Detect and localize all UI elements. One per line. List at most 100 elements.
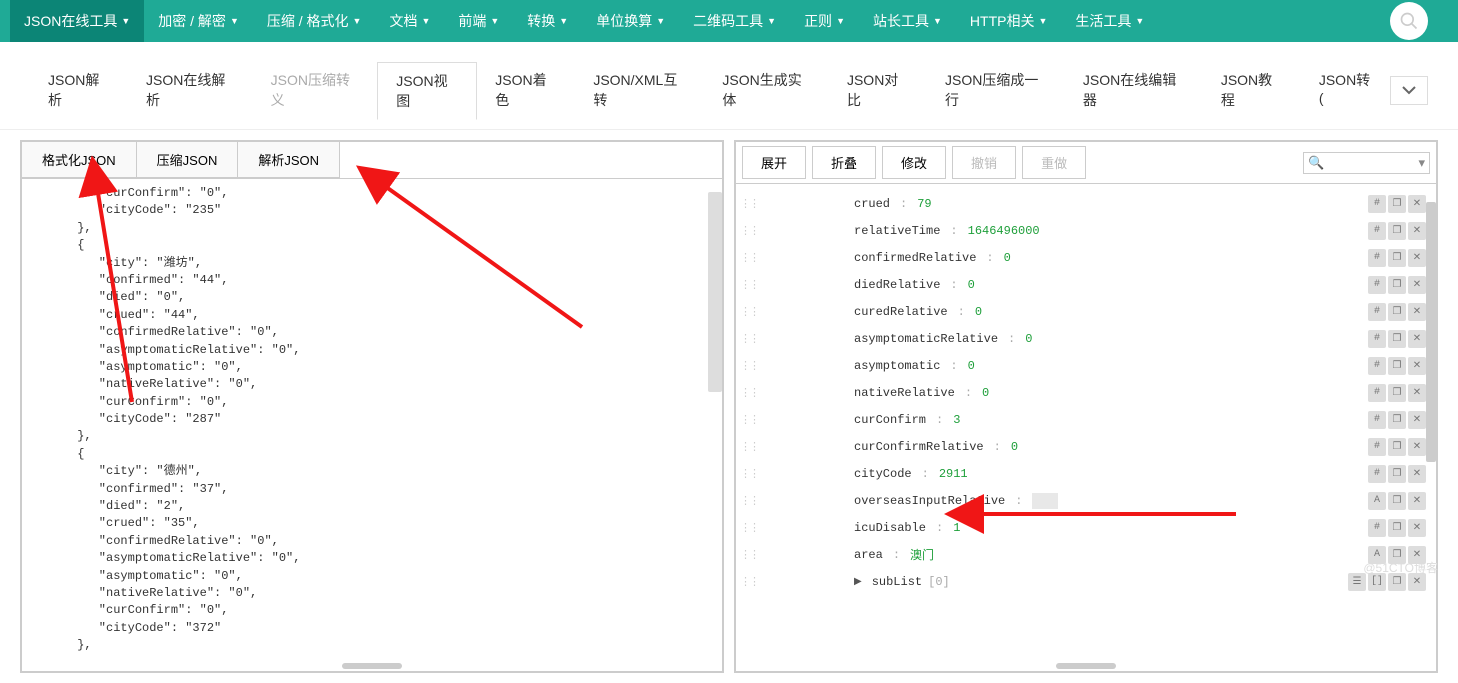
sub-tab[interactable]: JSON压缩成一行 <box>927 62 1065 119</box>
drag-handle-icon[interactable]: ⋮⋮ <box>740 197 754 211</box>
nav-item[interactable]: 生活工具▼ <box>1061 0 1158 42</box>
type-action[interactable]: # <box>1368 519 1386 537</box>
drag-handle-icon[interactable]: ⋮⋮ <box>740 224 754 238</box>
sub-tab[interactable]: JSON着色 <box>477 62 575 119</box>
delete-action[interactable]: ✕ <box>1408 195 1426 213</box>
sub-tab[interactable]: JSON在线解析 <box>128 62 253 119</box>
nav-item[interactable]: JSON在线工具▼ <box>10 0 144 42</box>
copy-action[interactable]: ❐ <box>1388 303 1406 321</box>
drag-handle-icon[interactable]: ⋮⋮ <box>740 278 754 292</box>
drag-handle-icon[interactable]: ⋮⋮ <box>740 467 754 481</box>
delete-action[interactable]: ✕ <box>1408 222 1426 240</box>
copy-action[interactable]: ❐ <box>1388 330 1406 348</box>
delete-action[interactable]: ✕ <box>1408 492 1426 510</box>
delete-action[interactable]: ✕ <box>1408 330 1426 348</box>
tree-row[interactable]: ⋮⋮ curedRelative : 0 #❐✕ <box>740 298 1432 325</box>
copy-action[interactable]: ❐ <box>1388 249 1406 267</box>
tree-row[interactable]: ⋮⋮ icuDisable : 1 #❐✕ <box>740 514 1432 541</box>
type-action[interactable]: # <box>1368 195 1386 213</box>
delete-action[interactable]: ✕ <box>1408 357 1426 375</box>
sub-tab[interactable]: JSON视图 <box>377 62 477 120</box>
expand-icon[interactable]: ▶ <box>854 576 862 588</box>
sub-tab[interactable]: JSON对比 <box>829 62 927 119</box>
modify-button[interactable]: 修改 <box>882 146 946 179</box>
nav-item[interactable]: 二维码工具▼ <box>679 0 790 42</box>
delete-action[interactable]: ✕ <box>1408 438 1426 456</box>
copy-action[interactable]: ❐ <box>1388 222 1406 240</box>
drag-handle-icon[interactable]: ⋮⋮ <box>740 521 754 535</box>
redo-button[interactable]: 重做 <box>1022 146 1086 179</box>
drag-handle-icon[interactable]: ⋮⋮ <box>740 413 754 427</box>
nav-item[interactable]: 压缩 / 格式化▼ <box>253 0 376 42</box>
copy-action[interactable]: ❐ <box>1388 411 1406 429</box>
delete-action[interactable]: ✕ <box>1408 303 1426 321</box>
copy-action[interactable]: ❐ <box>1388 384 1406 402</box>
drag-handle-icon[interactable]: ⋮⋮ <box>740 386 754 400</box>
tree-row[interactable]: ⋮⋮ diedRelative : 0 #❐✕ <box>740 271 1432 298</box>
nav-item[interactable]: 前端▼ <box>444 0 513 42</box>
expand-button[interactable]: 展开 <box>742 146 806 179</box>
drag-handle-icon[interactable]: ⋮⋮ <box>740 359 754 373</box>
sub-tab[interactable]: JSON教程 <box>1203 62 1301 119</box>
tree-row[interactable]: ⋮⋮ asymptomatic : 0 #❐✕ <box>740 352 1432 379</box>
nav-item[interactable]: 单位换算▼ <box>582 0 679 42</box>
parse-json-button[interactable]: 解析JSON <box>238 142 340 178</box>
tree-search[interactable]: 🔍 ▾ <box>1303 152 1430 174</box>
format-json-button[interactable]: 格式化JSON <box>22 142 137 178</box>
copy-action[interactable]: ❐ <box>1388 519 1406 537</box>
type-action[interactable]: # <box>1368 249 1386 267</box>
tree-row[interactable]: ⋮⋮ curConfirmRelative : 0 #❐✕ <box>740 433 1432 460</box>
delete-action[interactable]: ✕ <box>1408 465 1426 483</box>
type-action[interactable]: # <box>1368 357 1386 375</box>
type-action[interactable]: # <box>1368 276 1386 294</box>
right-scrollbar[interactable] <box>1426 202 1436 462</box>
type-action[interactable]: A <box>1368 492 1386 510</box>
undo-button[interactable]: 撤销 <box>952 146 1016 179</box>
tree-row[interactable]: ⋮⋮ curConfirm : 3 #❐✕ <box>740 406 1432 433</box>
nav-item[interactable]: 加密 / 解密▼ <box>144 0 253 42</box>
delete-action[interactable]: ✕ <box>1408 276 1426 294</box>
compress-json-button[interactable]: 压缩JSON <box>137 142 239 178</box>
json-code-editor[interactable]: "curConfirm": "0", "cityCode": "235" }, … <box>22 179 722 661</box>
nav-item[interactable]: 转换▼ <box>513 0 582 42</box>
json-tree-view[interactable]: ⋮⋮ crued : 79 #❐✕ ⋮⋮ relativeTime : 1646… <box>736 184 1436 661</box>
delete-action[interactable]: ✕ <box>1408 411 1426 429</box>
type-action[interactable]: # <box>1368 411 1386 429</box>
sub-tab[interactable]: JSON在线编辑器 <box>1065 62 1203 119</box>
type-action[interactable]: # <box>1368 222 1386 240</box>
left-h-scroll[interactable] <box>22 661 722 671</box>
left-scrollbar[interactable] <box>708 192 722 392</box>
delete-action[interactable]: ✕ <box>1408 384 1426 402</box>
nav-item[interactable]: 文档▼ <box>375 0 444 42</box>
sub-tab[interactable]: JSON转( <box>1301 62 1390 119</box>
type-action[interactable]: # <box>1368 384 1386 402</box>
copy-action[interactable]: ❐ <box>1388 357 1406 375</box>
search-dropdown-icon[interactable]: ▾ <box>1418 155 1425 171</box>
copy-action[interactable]: ❐ <box>1388 465 1406 483</box>
tree-row[interactable]: ⋮⋮ cityCode : 2911 #❐✕ <box>740 460 1432 487</box>
tree-row[interactable]: ⋮⋮ crued : 79 #❐✕ <box>740 190 1432 217</box>
type-action[interactable]: # <box>1368 438 1386 456</box>
delete-action[interactable]: ✕ <box>1408 249 1426 267</box>
delete-action[interactable]: ✕ <box>1408 519 1426 537</box>
drag-handle-icon[interactable]: ⋮⋮ <box>740 440 754 454</box>
drag-handle-icon[interactable]: ⋮⋮ <box>740 332 754 346</box>
tree-row[interactable]: ⋮⋮ nativeRelative : 0 #❐✕ <box>740 379 1432 406</box>
tree-row[interactable]: ⋮⋮ relativeTime : 1646496000 #❐✕ <box>740 217 1432 244</box>
tree-row[interactable]: ⋮⋮ asymptomaticRelative : 0 #❐✕ <box>740 325 1432 352</box>
sub-tab[interactable]: JSON生成实体 <box>704 62 829 119</box>
sub-tab[interactable]: JSON解析 <box>30 62 128 119</box>
more-tabs-button[interactable] <box>1390 76 1428 105</box>
type-action[interactable]: # <box>1368 303 1386 321</box>
tree-row[interactable]: ⋮⋮ confirmedRelative : 0 #❐✕ <box>740 244 1432 271</box>
drag-handle-icon[interactable]: ⋮⋮ <box>740 575 754 589</box>
nav-item[interactable]: HTTP相关▼ <box>956 0 1061 42</box>
drag-handle-icon[interactable]: ⋮⋮ <box>740 251 754 265</box>
drag-handle-icon[interactable]: ⋮⋮ <box>740 305 754 319</box>
nav-item[interactable]: 正则▼ <box>790 0 859 42</box>
tree-search-input[interactable] <box>1328 156 1418 170</box>
drag-handle-icon[interactable]: ⋮⋮ <box>740 494 754 508</box>
drag-handle-icon[interactable]: ⋮⋮ <box>740 548 754 562</box>
nav-item[interactable]: 站长工具▼ <box>859 0 956 42</box>
copy-action[interactable]: ❐ <box>1388 276 1406 294</box>
